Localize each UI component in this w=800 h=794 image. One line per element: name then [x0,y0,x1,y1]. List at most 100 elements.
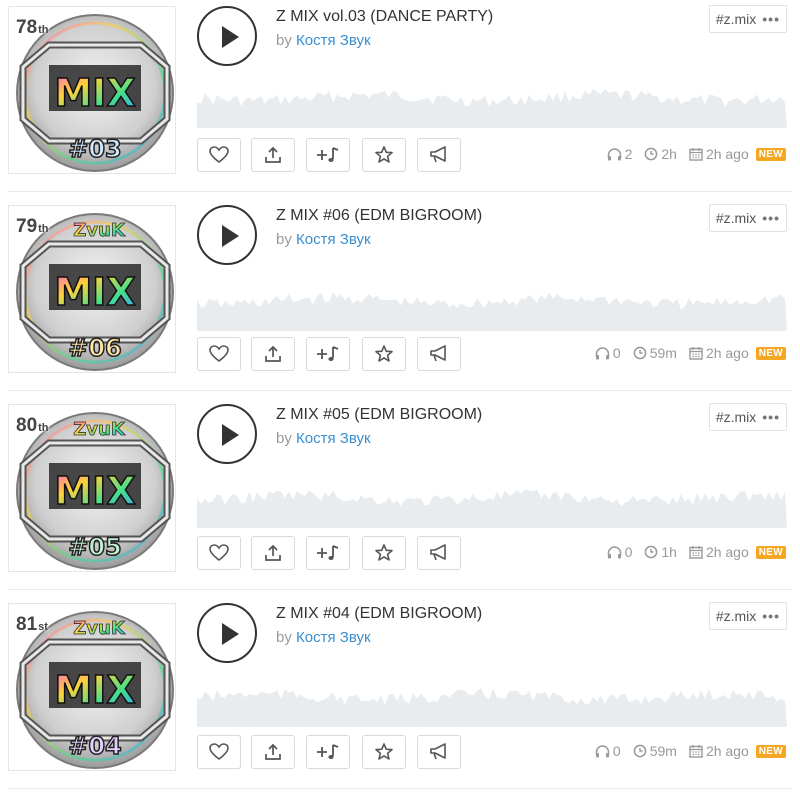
heart-icon [209,146,229,164]
favorite-button[interactable] [362,138,406,172]
track-title[interactable]: Z MIX #05 (EDM BIGROOM) [276,406,482,424]
megaphone-icon [430,345,446,362]
track-artwork[interactable]: ZvuK MIX #05 80th [8,404,176,572]
repost-button[interactable] [251,735,295,769]
genre-tag[interactable]: #z.mix ••• [708,602,787,630]
promote-button[interactable] [417,735,461,769]
track-artwork[interactable]: MIX #03 78th [8,6,176,174]
new-badge: NEW [755,346,786,360]
add-to-playlist-button[interactable] [306,138,350,172]
track-list: MIX #03 78th Z MIX vol.03 (DANCE PARTY) … [0,0,800,794]
track-stats: 0 59m 2h ago NEW [595,345,786,361]
add-to-playlist-button[interactable] [306,337,350,371]
repost-button[interactable] [251,337,295,371]
genre-tag[interactable]: #z.mix ••• [708,5,787,33]
promote-button[interactable] [417,337,461,371]
add-to-playlist-icon [317,744,339,759]
upload-date: 2h ago [705,146,749,162]
clock-icon [645,147,658,161]
headphones-icon [595,346,610,359]
art-logo-text: MIX [54,270,135,314]
tag-label[interactable]: #z.mix [716,608,756,624]
tag-label[interactable]: #z.mix [716,210,756,226]
art-number-text: #06 [68,334,122,362]
play-button[interactable] [197,6,257,66]
share-upload-icon [265,345,281,362]
waveform[interactable] [197,281,787,331]
track-byline: by Костя Звук [276,430,371,447]
play-button[interactable] [197,603,257,663]
share-upload-icon [265,544,281,561]
track-title[interactable]: Z MIX vol.03 (DANCE PARTY) [276,8,493,26]
more-options-button[interactable]: ••• [762,409,780,425]
play-count: 0 [612,743,621,759]
calendar-icon [689,148,703,161]
genre-tag[interactable]: #z.mix ••• [708,204,787,232]
play-button[interactable] [197,404,257,464]
more-options-button[interactable]: ••• [762,608,780,624]
tag-label[interactable]: #z.mix [716,11,756,27]
genre-tag[interactable]: #z.mix ••• [708,403,787,431]
play-button[interactable] [197,205,257,265]
headphones-icon [595,744,610,757]
artist-link[interactable]: Костя Звук [296,32,371,49]
like-button[interactable] [197,138,241,172]
tag-label[interactable]: #z.mix [716,409,756,425]
like-button[interactable] [197,735,241,769]
repost-button[interactable] [251,138,295,172]
track-title[interactable]: Z MIX #06 (EDM BIGROOM) [276,207,482,225]
upload-date: 2h ago [705,345,749,361]
artist-link[interactable]: Костя Звук [296,430,371,447]
duration: 1h [661,544,677,560]
play-icon [222,623,239,645]
more-options-button[interactable]: ••• [762,210,780,226]
track-byline: by Костя Звук [276,32,371,49]
favorite-button[interactable] [362,735,406,769]
waveform[interactable] [197,78,787,128]
play-icon [222,424,239,446]
track-row: ZvuK MIX #04 81st Z MIX #04 (EDM BIGROOM… [0,597,800,794]
promote-button[interactable] [417,138,461,172]
add-to-playlist-icon [317,346,339,361]
favorite-button[interactable] [362,536,406,570]
new-badge: NEW [755,744,786,758]
waveform[interactable] [197,677,787,727]
repost-button[interactable] [251,536,295,570]
star-icon [375,544,393,561]
add-to-playlist-button[interactable] [306,536,350,570]
star-icon [375,345,393,362]
add-to-playlist-icon [317,147,339,162]
track-artwork[interactable]: ZvuK MIX #04 81st [8,603,176,771]
share-upload-icon [265,743,281,760]
row-divider [8,589,792,590]
promote-button[interactable] [417,536,461,570]
clock-icon [645,545,658,559]
duration: 59m [649,743,677,759]
track-stats: 0 59m 2h ago NEW [595,743,786,759]
track-title[interactable]: Z MIX #04 (EDM BIGROOM) [276,605,482,623]
track-row: ZvuK MIX #06 79th Z MIX #06 (EDM BIGROOM… [0,199,800,398]
play-count: 0 [624,544,633,560]
new-badge: NEW [755,147,786,161]
duration: 2h [661,146,677,162]
art-logo-text: MIX [54,668,135,712]
row-divider [8,390,792,391]
like-button[interactable] [197,536,241,570]
calendar-icon [689,347,703,360]
art-number-text: #03 [68,135,122,163]
add-to-playlist-icon [317,545,339,560]
track-artwork[interactable]: ZvuK MIX #06 79th [8,205,176,373]
megaphone-icon [430,544,446,561]
waveform[interactable] [197,478,787,528]
artist-link[interactable]: Костя Звук [296,629,371,646]
artist-link[interactable]: Костя Звук [296,231,371,248]
heart-icon [209,544,229,562]
like-button[interactable] [197,337,241,371]
headphones-icon [607,147,621,160]
clock-icon [633,346,647,360]
favorite-button[interactable] [362,337,406,371]
add-to-playlist-button[interactable] [306,735,350,769]
art-top-text: ZvuK [73,220,126,241]
track-byline: by Костя Звук [276,231,371,248]
more-options-button[interactable]: ••• [762,11,780,27]
